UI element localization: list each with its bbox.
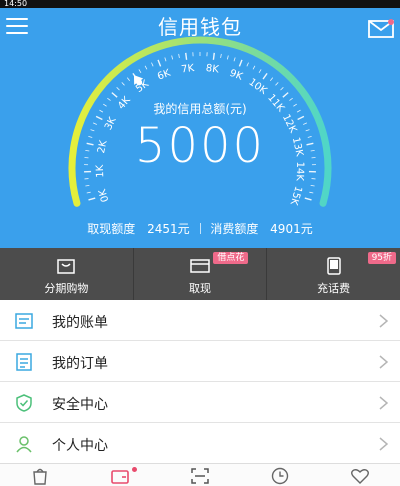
tab-shop[interactable] [0, 464, 80, 486]
gauge-tick [111, 92, 118, 98]
gauge-tick [138, 69, 142, 74]
scan-icon [191, 468, 209, 484]
gauge-tick [238, 59, 243, 67]
spend-limit-label: 消费额度 [210, 222, 259, 236]
shield-icon [16, 394, 32, 412]
gauge-tick [280, 87, 284, 91]
gauge-tick [116, 87, 120, 91]
quick-action-label: 取现 [189, 282, 211, 295]
page-title: 信用钱包 [158, 15, 242, 39]
topup-badge: 95折 [367, 252, 397, 264]
bill-icon [15, 313, 33, 329]
top-bar: 信用钱包 [0, 8, 400, 46]
gauge-tick [246, 62, 249, 67]
wallet-icon [111, 470, 129, 484]
quick-action-label: 充话费 [317, 282, 351, 295]
gauge-tick-label: 10K [246, 77, 268, 97]
gauge-tick [185, 52, 188, 60]
cash-limit-label: 取现额度 [87, 222, 136, 236]
menu-item-bills[interactable]: 我的账单 [0, 300, 400, 341]
mail-icon[interactable] [368, 18, 394, 38]
quick-action-installment[interactable]: 分期购物 [0, 248, 133, 300]
cash-badge: 借点花 [213, 252, 249, 264]
tab-history[interactable] [240, 464, 320, 486]
limits-divider [199, 223, 201, 234]
menu-item-profile[interactable]: 个人中心 [0, 423, 400, 464]
credit-caption: 我的信用总额(元) [153, 102, 247, 116]
quick-action-topup[interactable]: 95折 充话费 [266, 248, 400, 300]
gauge-tick-label: 9K [228, 68, 244, 83]
gauge-tick [171, 55, 174, 60]
gauge-tick-label: 15K [288, 185, 304, 207]
status-bar: 14:50 [0, 0, 400, 8]
menu-item-label: 我的账单 [52, 315, 108, 331]
gauge-tick [262, 72, 268, 80]
order-icon [16, 353, 32, 371]
gauge-tick-label: 8K [205, 63, 220, 76]
gauge-tick [85, 184, 90, 187]
credit-total-value: 5000 [134, 118, 266, 174]
gauge-tick-label: 6K [156, 68, 172, 83]
phone-icon [326, 257, 341, 275]
menu-list: 我的账单 我的订单 安全中心 个人中心 [0, 300, 400, 464]
tab-favorites[interactable] [320, 464, 400, 486]
menu-item-label: 个人中心 [52, 438, 108, 454]
gauge-tick [178, 53, 180, 58]
cash-limit-value: 2451元 [147, 222, 190, 236]
gauge-tick [86, 191, 91, 194]
gauge-tick-label: 7K [181, 63, 196, 76]
card-icon [190, 259, 210, 273]
gauge-tick [151, 62, 154, 67]
menu-item-label: 我的订单 [52, 356, 108, 372]
bottom-tab-bar [0, 463, 400, 486]
gauge-tick [252, 65, 256, 70]
gauge-tick [121, 82, 125, 86]
quick-actions-bar: 分期购物 借点花 取现 95折 充话费 [0, 248, 400, 300]
quick-action-label: 分期购物 [44, 282, 89, 295]
user-icon [16, 436, 32, 453]
quick-action-cash[interactable]: 借点花 取现 [132, 248, 267, 300]
menu-item-orders[interactable]: 我的订单 [0, 341, 400, 382]
gauge-tick [233, 57, 236, 62]
chevron-right-icon [379, 355, 388, 369]
gauge-pointer-dot [136, 79, 143, 86]
spend-limit-value: 4901元 [270, 222, 313, 236]
chevron-right-icon [379, 314, 388, 328]
chevron-right-icon [379, 437, 388, 451]
gauge-tick [220, 53, 222, 58]
tab-scan[interactable] [160, 464, 240, 486]
gauge-tick [282, 92, 289, 98]
notification-dot [132, 467, 137, 472]
gauge-tick [309, 191, 314, 194]
heart-icon [351, 469, 369, 484]
gauge-tick [310, 184, 315, 187]
bag-icon [33, 468, 47, 485]
gauge-tick-label: 0K [97, 187, 111, 203]
gauge-tick [275, 82, 279, 86]
menu-item-security[interactable]: 安全中心 [0, 382, 400, 423]
gauge-tick [144, 65, 148, 70]
tab-wallet[interactable] [80, 464, 160, 486]
gauge-tick [88, 197, 96, 201]
clock-icon [271, 467, 289, 485]
gauge-tick [258, 69, 262, 74]
gauge-tick [226, 55, 229, 60]
chevron-right-icon [379, 396, 388, 410]
gauge-tick [212, 52, 215, 60]
menu-item-label: 安全中心 [52, 397, 108, 413]
gauge-tick [157, 59, 162, 67]
limits-summary: 取现额度 2451元 消费额度 4901元 [0, 220, 400, 237]
gauge-tick [126, 77, 131, 82]
gauge-tick [269, 77, 274, 82]
shopping-bag-icon [57, 259, 76, 274]
gauge-tick [164, 57, 167, 62]
gauge-tick [304, 197, 312, 201]
